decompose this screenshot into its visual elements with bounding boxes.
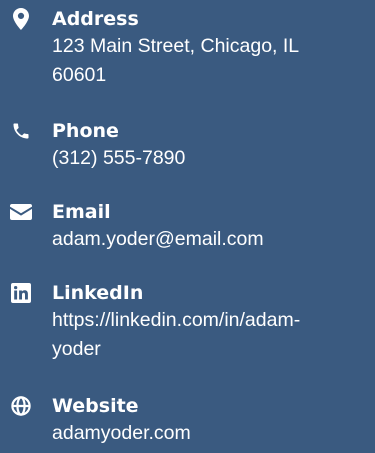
linkedin-label: LinkedIn (52, 282, 144, 304)
contact-item-address: Address 123 Main Street, Chicago, IL 606… (0, 6, 375, 101)
address-value: 123 Main Street, Chicago, IL 60601 (52, 32, 375, 90)
address-line-2: 60601 (52, 64, 107, 86)
envelope-icon (10, 201, 32, 223)
linkedin-icon (10, 282, 32, 304)
linkedin-value[interactable]: https://linkedin.com/in/adam- yoder (52, 306, 375, 364)
phone-icon (10, 120, 32, 142)
website-label: Website (52, 395, 139, 417)
contact-item-phone: Phone (312) 555-7890 (0, 118, 375, 178)
map-marker-icon (10, 8, 32, 30)
linkedin-url-line-2[interactable]: yoder (52, 338, 101, 360)
address-line-1: 123 Main Street, Chicago, IL (52, 35, 300, 57)
contact-item-email: Email adam.yoder@email.com (0, 199, 375, 259)
address-label: Address (52, 8, 139, 30)
contact-info-list: Address 123 Main Street, Chicago, IL 606… (0, 0, 375, 452)
email-value[interactable]: adam.yoder@email.com (52, 225, 375, 254)
website-value[interactable]: adamyoder.com (52, 419, 375, 448)
contact-item-website: Website adamyoder.com (0, 393, 375, 453)
contact-item-linkedin: LinkedIn https://linkedin.com/in/adam- y… (0, 280, 375, 375)
phone-value[interactable]: (312) 555-7890 (52, 144, 375, 173)
email-label: Email (52, 201, 111, 223)
linkedin-url-line-1[interactable]: https://linkedin.com/in/adam- (52, 309, 300, 331)
globe-icon (10, 395, 32, 417)
phone-label: Phone (52, 120, 119, 142)
